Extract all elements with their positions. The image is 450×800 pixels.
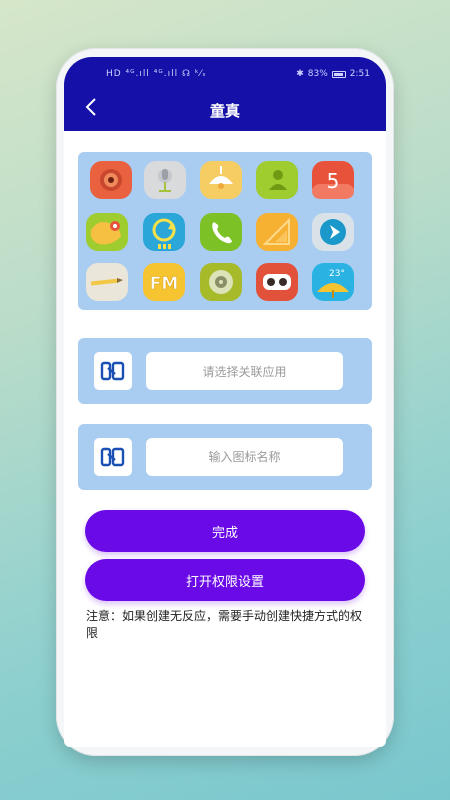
icon-grid: 5 FM 23° <box>78 152 372 310</box>
lamp-app-icon[interactable] <box>199 160 243 200</box>
battery-icon <box>331 70 346 78</box>
fm-radio-app-icon[interactable]: FM <box>142 262 186 302</box>
battery-percent: 83% <box>307 69 328 79</box>
weather-app-label: 23° <box>329 269 345 279</box>
app-logo-icon <box>100 361 125 381</box>
status-time: 2:51 <box>349 69 370 79</box>
app-select-panel: 请选择关联应用 <box>78 338 372 404</box>
microphone-app-icon[interactable] <box>143 160 187 200</box>
app-select-placeholder: 请选择关联应用 <box>202 364 287 379</box>
status-bar-right: ✱ 83% 2:51 <box>296 69 370 79</box>
app-select-field[interactable]: 请选择关联应用 <box>146 352 343 390</box>
icon-name-input[interactable] <box>146 438 343 476</box>
app-logo-icon <box>100 447 125 467</box>
done-button[interactable]: 完成 <box>85 510 365 552</box>
play-app-icon[interactable] <box>311 212 355 252</box>
ruler-app-icon[interactable] <box>255 212 299 252</box>
app-header: HD ⁴ᴳ.ıll ⁴ᴳ.ıll ☊ ᵏ⁄ₛ ✱ 83% 2:51 童真 <box>64 57 386 131</box>
page-title: 童真 <box>209 102 240 120</box>
status-bar: HD ⁴ᴳ.ıll ⁴ᴳ.ıll ☊ ᵏ⁄ₛ ✱ 83% 2:51 <box>64 69 386 81</box>
fm-radio-app-label: FM <box>150 274 179 294</box>
maps-app-icon[interactable] <box>85 212 129 252</box>
weather-app-icon[interactable]: 23° <box>311 262 355 302</box>
icon-name-panel <box>78 424 372 490</box>
update-app-icon[interactable] <box>142 212 186 252</box>
bluetooth-icon: ✱ <box>296 69 304 79</box>
calendar-app-label: 5 <box>327 169 340 193</box>
open-permission-settings-button[interactable]: 打开权限设置 <box>85 559 365 601</box>
status-bar-signal: HD ⁴ᴳ.ıll ⁴ᴳ.ıll ☊ ᵏ⁄ₛ <box>106 69 207 79</box>
app-screen: HD ⁴ᴳ.ıll ⁴ᴳ.ıll ☊ ᵏ⁄ₛ ✱ 83% 2:51 童真 5 F… <box>64 57 386 747</box>
notes-app-icon[interactable] <box>85 262 129 302</box>
music-app-icon[interactable] <box>199 262 243 302</box>
recorder-app-icon[interactable] <box>255 262 299 302</box>
calendar-app-icon[interactable]: 5 <box>311 160 355 200</box>
camera-app-icon[interactable] <box>89 160 133 200</box>
app-logo <box>94 352 132 390</box>
notice-text: 注意：如果创建无反应，需要手动创建快捷方式的权限 <box>86 609 363 640</box>
app-logo <box>94 438 132 476</box>
phone-app-icon[interactable] <box>199 212 243 252</box>
contacts-app-icon[interactable] <box>255 160 299 200</box>
